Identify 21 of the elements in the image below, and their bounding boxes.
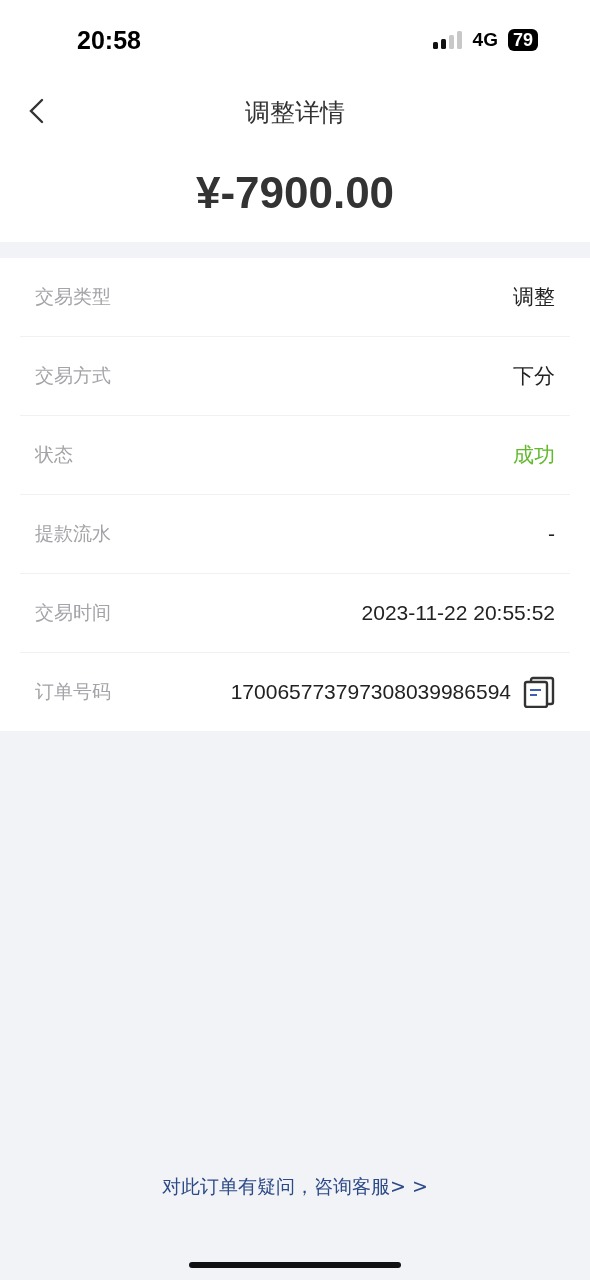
field-value: 2023-11-22 20:55:52 bbox=[361, 601, 555, 625]
field-value: 调整 bbox=[513, 284, 555, 310]
field-value: 170065773797308039986594 bbox=[230, 680, 511, 704]
network-label: 4G bbox=[472, 29, 498, 51]
field-label: 交易时间 bbox=[35, 600, 111, 625]
field-label: 交易类型 bbox=[35, 284, 111, 309]
copy-icon[interactable] bbox=[523, 676, 555, 708]
field-label: 提款流水 bbox=[35, 521, 111, 546]
battery-level: 79 bbox=[507, 29, 538, 51]
amount: ¥-7900.00 bbox=[0, 144, 590, 242]
back-icon[interactable] bbox=[28, 98, 44, 124]
signal-icon bbox=[432, 31, 463, 49]
contact-support-link[interactable]: 对此订单有疑问，咨询客服> > bbox=[162, 1174, 428, 1200]
clock-time: 20:58 bbox=[77, 25, 141, 55]
field-label: 交易方式 bbox=[35, 363, 111, 388]
field-value: - bbox=[548, 522, 555, 546]
field-label: 订单号码 bbox=[35, 679, 111, 704]
field-value: 下分 bbox=[513, 363, 555, 389]
page-title: 调整详情 bbox=[245, 96, 345, 129]
field-label: 状态 bbox=[35, 442, 73, 467]
field-value: 成功 bbox=[513, 442, 555, 468]
